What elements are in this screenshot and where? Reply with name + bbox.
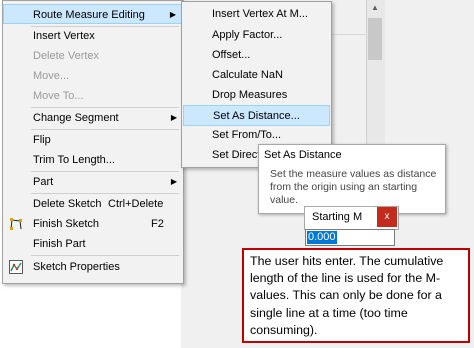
menu-item-part[interactable]: Part ▶ bbox=[3, 172, 183, 192]
menu-item-label: Trim To Length... bbox=[33, 154, 115, 166]
submenu-item-label: Apply Factor... bbox=[212, 29, 283, 41]
tooltip-description: Set the measure values as distance from … bbox=[270, 168, 437, 206]
submenu-item-label: Offset... bbox=[212, 49, 251, 61]
menu-item-label: Delete Vertex bbox=[33, 50, 100, 62]
sketch-properties-icon bbox=[9, 260, 23, 274]
menu-item-shortcut: Ctrl+Delete bbox=[108, 198, 164, 210]
menu-separator bbox=[31, 255, 179, 256]
starting-m-input[interactable]: 0.000 bbox=[305, 229, 395, 246]
menu-item-delete-sketch[interactable]: Delete Sketch Ctrl+Delete bbox=[3, 194, 183, 214]
menu-item-insert-vertex[interactable]: Insert Vertex bbox=[3, 26, 183, 46]
menu-item-delete-vertex: Delete Vertex bbox=[3, 46, 183, 66]
submenu-item-label: Drop Measures bbox=[212, 89, 288, 101]
route-measure-submenu: Insert Vertex At M... Apply Factor... Of… bbox=[181, 1, 332, 168]
submenu-item-label: Insert Vertex At M... bbox=[212, 8, 308, 20]
menu-item-label: Part bbox=[33, 176, 54, 188]
menu-item-finish-sketch[interactable]: Finish Sketch F2 bbox=[3, 214, 183, 234]
submenu-arrow-icon: ▶ bbox=[170, 177, 177, 186]
submenu-item-label: Set As Distance... bbox=[213, 110, 300, 122]
starting-m-value: 0.000 bbox=[307, 231, 337, 244]
submenu-arrow-icon: ▶ bbox=[169, 10, 176, 19]
annotation-note-text: The user hits enter. The cumulative leng… bbox=[250, 254, 444, 337]
submenu-item-calculate-nan[interactable]: Calculate NaN bbox=[182, 65, 331, 86]
menu-item-label: Finish Sketch bbox=[33, 218, 100, 230]
menu-item-trim-to-length[interactable]: Trim To Length... bbox=[3, 150, 183, 170]
set-as-distance-tooltip: Set As Distance Set the measure values a… bbox=[258, 144, 446, 214]
annotation-note: The user hits enter. The cumulative leng… bbox=[242, 248, 470, 343]
menu-item-shortcut: F2 bbox=[151, 218, 164, 230]
menu-item-label: Move To... bbox=[33, 90, 84, 102]
submenu-item-insert-vertex-at-m[interactable]: Insert Vertex At M... bbox=[182, 4, 331, 25]
menu-item-finish-part[interactable]: Finish Part bbox=[3, 234, 183, 254]
submenu-item-offset[interactable]: Offset... bbox=[182, 45, 331, 66]
close-icon[interactable]: x bbox=[377, 207, 397, 227]
finish-sketch-icon bbox=[9, 217, 23, 231]
scrollbar-thumb[interactable] bbox=[368, 18, 382, 60]
submenu-item-label: Calculate NaN bbox=[212, 69, 283, 81]
menu-item-label: Change Segment bbox=[33, 112, 119, 124]
menu-item-label: Move... bbox=[33, 70, 70, 82]
menu-item-change-segment[interactable]: Change Segment ▶ bbox=[3, 108, 183, 128]
submenu-item-label: Set From/To... bbox=[212, 129, 282, 141]
menu-item-flip[interactable]: Flip bbox=[3, 130, 183, 150]
submenu-item-set-from-to[interactable]: Set From/To... bbox=[182, 125, 331, 146]
sketch-context-menu: Route Measure Editing ▶ Insert Vertex De… bbox=[2, 0, 184, 284]
scroll-up-arrow-icon[interactable]: ▲ bbox=[366, 0, 384, 16]
menu-item-label: Insert Vertex bbox=[33, 30, 95, 42]
menu-item-label: Flip bbox=[33, 134, 51, 146]
menu-item-label: Route Measure Editing bbox=[33, 9, 145, 21]
tooltip-title: Set As Distance bbox=[264, 149, 342, 161]
menu-item-label: Delete Sketch bbox=[33, 198, 102, 210]
menu-item-label: Sketch Properties bbox=[33, 261, 120, 273]
starting-m-dialog: Starting M x bbox=[304, 206, 399, 230]
menu-item-route-measure-editing[interactable]: Route Measure Editing ▶ bbox=[3, 4, 183, 24]
menu-item-sketch-properties[interactable]: Sketch Properties bbox=[3, 257, 183, 277]
submenu-item-apply-factor[interactable]: Apply Factor... bbox=[182, 25, 331, 46]
submenu-arrow-icon: ▶ bbox=[170, 113, 177, 122]
submenu-item-drop-measures[interactable]: Drop Measures bbox=[182, 85, 331, 106]
submenu-item-label: Set Directi bbox=[212, 149, 263, 161]
menu-item-move: Move... bbox=[3, 66, 183, 86]
menu-item-move-to: Move To... bbox=[3, 86, 183, 106]
menu-item-label: Finish Part bbox=[33, 238, 86, 250]
submenu-item-set-as-distance[interactable]: Set As Distance... bbox=[183, 105, 330, 126]
dialog-title: Starting M bbox=[312, 211, 363, 223]
